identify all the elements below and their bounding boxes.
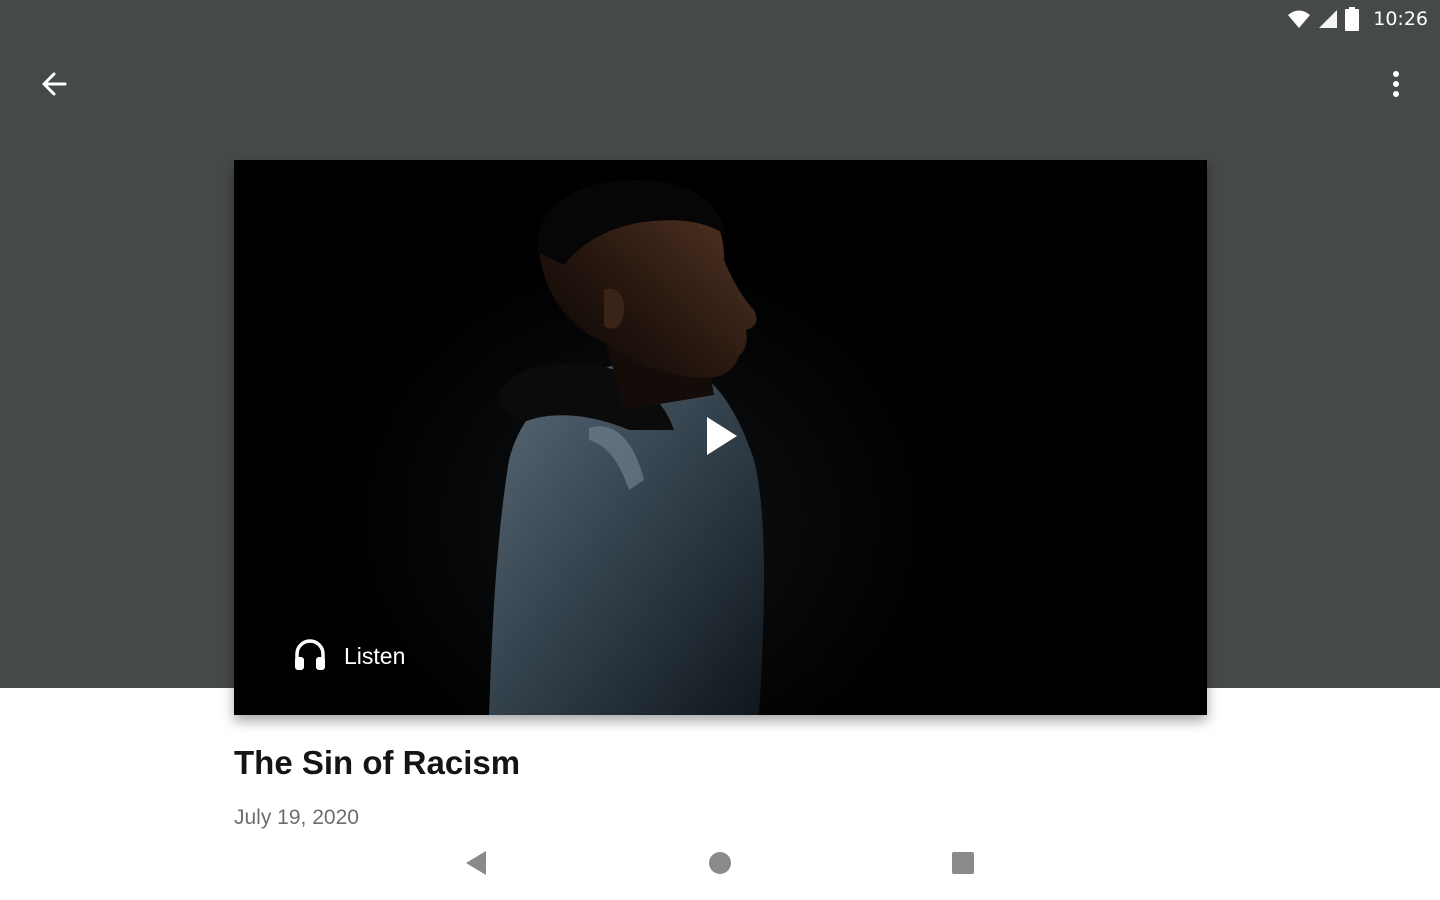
video-thumbnail[interactable]: Listen [234, 160, 1207, 715]
play-button[interactable] [686, 403, 756, 473]
more-vertical-icon [1391, 70, 1401, 103]
status-time: 10:26 [1373, 8, 1428, 30]
nav-home-button[interactable] [700, 850, 740, 880]
screen: 10:26 Listen The Sin of Racism July 19, … [0, 0, 1440, 900]
square-recents-icon [951, 851, 975, 880]
listen-label: Listen [344, 642, 406, 669]
headphones-icon [292, 636, 328, 677]
publish-date: July 19, 2020 [234, 806, 359, 829]
status-bar: 10:26 [1287, 0, 1440, 38]
battery-icon [1345, 7, 1360, 31]
play-icon [701, 414, 741, 463]
back-button[interactable] [28, 60, 80, 112]
signal-icon [1317, 9, 1339, 29]
nav-back-button[interactable] [456, 850, 496, 880]
triangle-back-icon [464, 850, 488, 881]
wifi-icon [1287, 9, 1311, 29]
page-title: The Sin of Racism [234, 744, 521, 781]
nav-recents-button[interactable] [943, 850, 983, 880]
circle-home-icon [708, 851, 732, 880]
listen-button[interactable]: Listen [292, 634, 405, 678]
more-options-button[interactable] [1372, 60, 1420, 112]
arrow-left-icon [39, 69, 69, 104]
navigation-bar [0, 838, 1440, 890]
